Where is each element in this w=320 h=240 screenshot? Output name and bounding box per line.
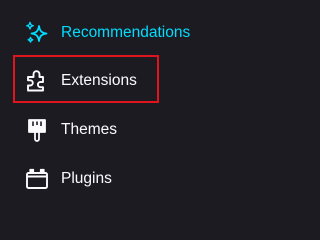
puzzle-piece-icon — [24, 68, 50, 94]
sidebar-item-recommendations[interactable]: Recommendations — [24, 16, 214, 50]
addons-sidebar-nav: Recommendations Extensions Themes Plugin… — [0, 0, 227, 226]
plugin-icon — [24, 166, 50, 192]
sparkles-icon — [24, 20, 50, 46]
sidebar-item-plugins[interactable]: Plugins — [24, 162, 214, 196]
sidebar-item-extensions[interactable]: Extensions — [24, 64, 214, 98]
sidebar-item-label: Themes — [61, 121, 117, 138]
sidebar-item-themes[interactable]: Themes — [24, 113, 214, 147]
sidebar-item-label: Extensions — [61, 72, 137, 89]
paintbrush-icon — [24, 117, 50, 143]
sidebar-item-label: Plugins — [61, 170, 112, 187]
sidebar-item-label: Recommendations — [61, 24, 191, 41]
